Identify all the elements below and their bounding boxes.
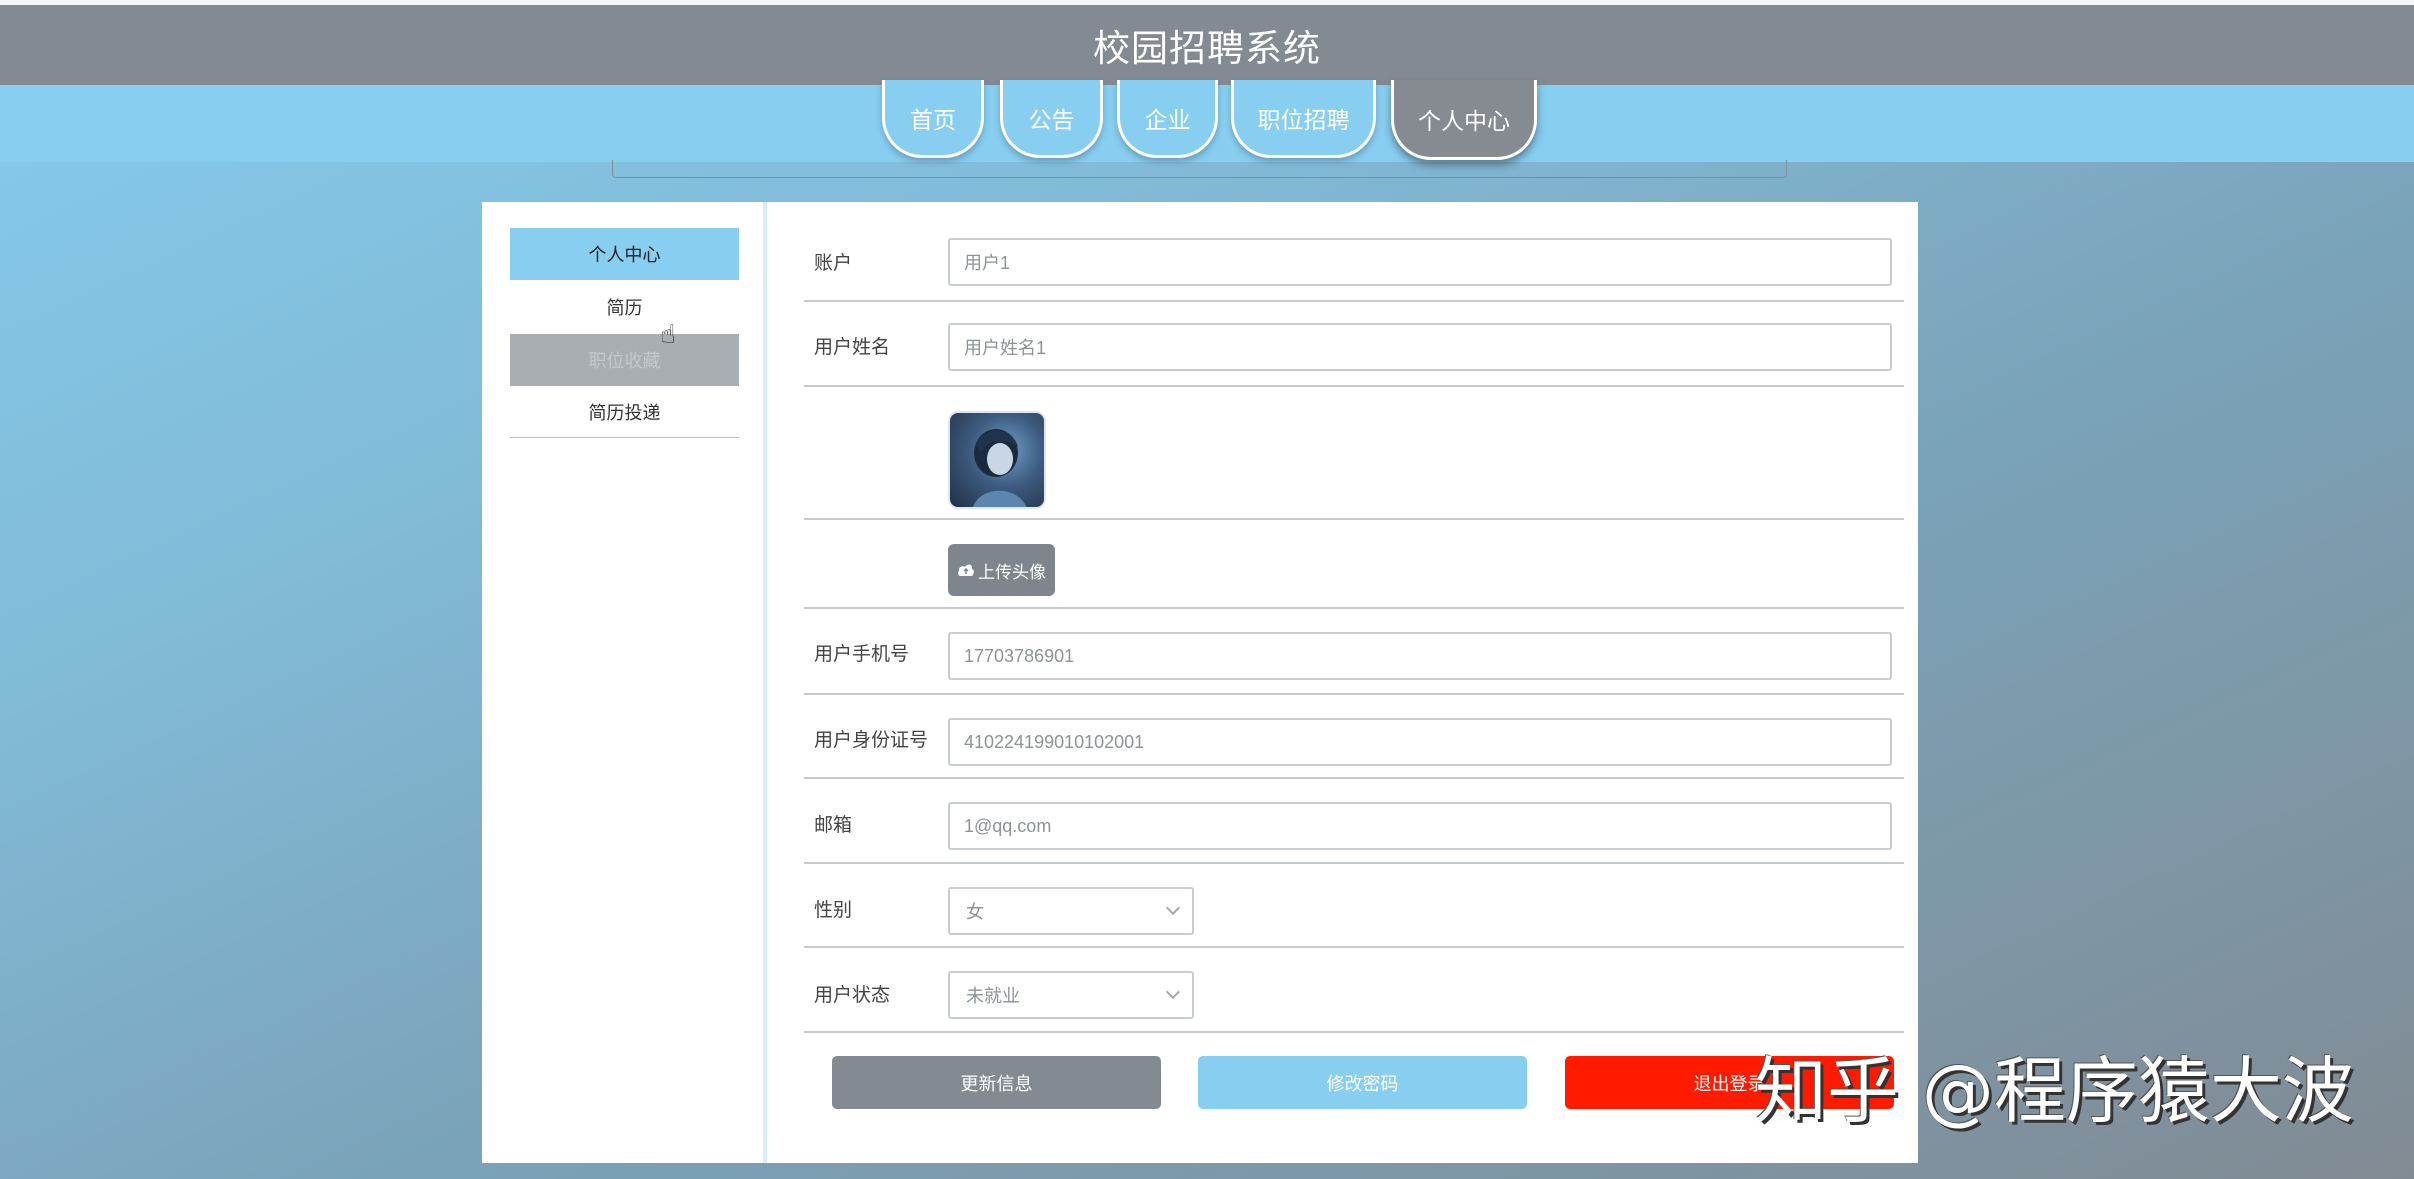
nav-underline <box>612 160 1787 178</box>
id-card-input[interactable]: 410224199010102001 <box>948 718 1892 766</box>
field-row-username: 用户姓名 用户姓名1 <box>804 302 1904 387</box>
field-row-status: 用户状态 未就业 <box>804 948 1904 1033</box>
gender-label: 性别 <box>814 899 853 921</box>
sidebar-item-resume-delivery[interactable]: 简历投递 <box>510 386 739 438</box>
change-password-button[interactable]: 修改密码 <box>1198 1056 1527 1109</box>
upload-avatar-button[interactable]: 上传头像 <box>948 544 1055 596</box>
field-row-email: 邮箱 1@qq.com <box>804 779 1904 864</box>
email-label: 邮箱 <box>814 814 853 836</box>
phone-label: 用户手机号 <box>814 643 910 665</box>
avatar <box>948 411 1046 509</box>
phone-input[interactable]: 17703786901 <box>948 632 1892 680</box>
main-panel: 个人中心 简历 职位收藏 简历投递 ☝ 账户 用户1 用户姓名 用户姓名1 上传… <box>482 202 1918 1163</box>
status-select-value: 未就业 <box>966 986 1020 1007</box>
username-label: 用户姓名 <box>814 336 891 358</box>
sidebar-item-job-favorites[interactable]: 职位收藏 <box>510 334 739 386</box>
id-card-label: 用户身份证号 <box>814 729 929 751</box>
field-row-phone: 用户手机号 17703786901 <box>804 609 1904 695</box>
field-row-upload: 上传头像 <box>804 520 1904 609</box>
tab-announcements[interactable]: 公告 <box>1000 80 1103 158</box>
gender-select[interactable]: 女 <box>948 887 1194 935</box>
status-label: 用户状态 <box>814 984 891 1006</box>
username-input[interactable]: 用户姓名1 <box>948 323 1892 371</box>
chevron-down-icon <box>1165 984 1181 1000</box>
tab-personal-center[interactable]: 个人中心 <box>1391 80 1537 160</box>
gender-select-value: 女 <box>966 902 984 923</box>
upload-avatar-label: 上传头像 <box>978 562 1046 583</box>
account-input[interactable]: 用户1 <box>948 238 1892 286</box>
profile-form: 账户 用户1 用户姓名 用户姓名1 上传头像 用户手机号 17703786901… <box>794 202 1918 1163</box>
zhihu-watermark: 知乎 @程序猿大波 <box>1755 1049 2354 1133</box>
sidebar: 个人中心 简历 职位收藏 简历投递 ☝ <box>482 202 767 1163</box>
account-label: 账户 <box>814 252 853 274</box>
app-title: 校园招聘系统 <box>1093 27 1321 70</box>
avatar-portrait-icon <box>973 429 1027 507</box>
sidebar-item-personal-center[interactable]: 个人中心 <box>510 228 739 280</box>
chevron-down-icon <box>1165 900 1181 916</box>
update-info-button[interactable]: 更新信息 <box>832 1056 1161 1109</box>
tab-companies[interactable]: 企业 <box>1117 80 1218 158</box>
app-header: 校园招聘系统 <box>0 5 2414 85</box>
cloud-upload-icon <box>957 564 974 576</box>
tab-job-recruitment[interactable]: 职位招聘 <box>1231 80 1376 158</box>
status-select[interactable]: 未就业 <box>948 971 1194 1019</box>
sidebar-item-resume[interactable]: 简历 <box>510 281 739 333</box>
field-row-avatar <box>804 387 1904 520</box>
email-input[interactable]: 1@qq.com <box>948 802 1892 850</box>
field-row-id-card: 用户身份证号 410224199010102001 <box>804 695 1904 779</box>
hand-cursor-icon: ☝ <box>660 320 676 350</box>
tab-home[interactable]: 首页 <box>882 80 984 158</box>
field-row-account: 账户 用户1 <box>804 218 1904 302</box>
field-row-gender: 性别 女 <box>804 864 1904 948</box>
